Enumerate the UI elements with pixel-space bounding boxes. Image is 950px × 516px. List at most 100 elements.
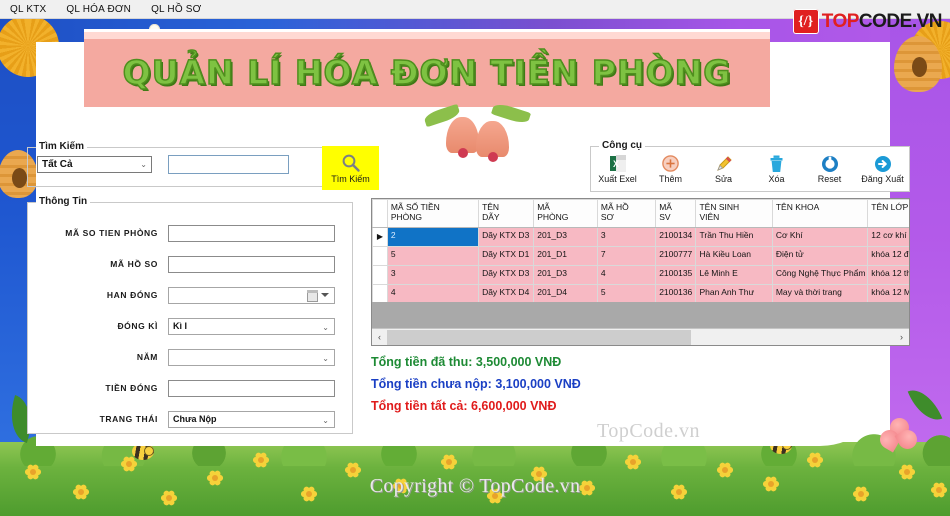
logout-label: Đăng Xuất	[861, 174, 904, 184]
table-row[interactable]: 4 Dãy KTX D4 201_D4 5 2100136 Phan Anh T…	[372, 284, 909, 304]
table-header-row: MÃ SỐ TIỀN PHÒNG TÊN DÃY MÃ PHÒNG MÃ HỒ …	[372, 199, 909, 228]
column-header-ten-sinh-vien[interactable]: TÊN SINH VIÊN	[695, 199, 773, 228]
ma-so-tien-phong-input[interactable]	[168, 224, 335, 242]
export-excel-button[interactable]: X Xuất Exel	[595, 154, 641, 184]
edit-icon	[715, 154, 733, 173]
excel-icon: X	[609, 154, 626, 173]
cell-ma-so-tien-phong[interactable]: 4	[386, 284, 480, 304]
cell-ten-day[interactable]: Dãy KTX D1	[478, 246, 535, 266]
row-selector[interactable]	[372, 246, 388, 266]
chevron-down-icon: ⌄	[322, 415, 329, 425]
scrollbar-track[interactable]	[387, 329, 894, 345]
cell-ten-day[interactable]: Dãy KTX D3	[478, 265, 535, 285]
search-filter-value: Tất Cả	[42, 159, 73, 170]
chevron-down-icon	[321, 293, 329, 297]
column-header-ma-ho-so[interactable]: MÃ HỒ SƠ	[596, 199, 657, 228]
logo-text-top: TOP	[821, 10, 860, 32]
search-group-legend: Tìm Kiếm	[36, 141, 88, 152]
field-label-nam: NĂM	[136, 352, 158, 362]
cell-ma-so-tien-phong[interactable]: 5	[386, 246, 480, 266]
tien-dong-input[interactable]	[168, 379, 335, 397]
column-header-ma-phong[interactable]: MÃ PHÒNG	[533, 199, 598, 228]
cell-ten-khoa[interactable]: May và thời trang	[771, 284, 869, 304]
cell-ten-lop[interactable]: khóa 12 điệ	[867, 246, 909, 266]
column-header-ma-sv[interactable]: MÃ SV	[655, 199, 697, 228]
cell-ten-sinh-vien[interactable]: Lê Minh E	[695, 265, 773, 285]
nam-select[interactable]: ⌄	[168, 348, 335, 366]
row-selector[interactable]	[372, 265, 388, 285]
grid-horizontal-scrollbar[interactable]: ‹ ›	[372, 328, 909, 345]
field-label-trang-thai: TRANG THÁI	[99, 414, 158, 424]
cell-ma-ho-so[interactable]: 5	[596, 284, 657, 304]
dong-ki-select[interactable]: Kì I ⌄	[168, 317, 335, 335]
row-header-corner	[372, 199, 388, 228]
menu-item-ql-hoa-don[interactable]: QL HÓA ĐƠN	[56, 4, 141, 15]
cell-ma-ho-so[interactable]: 7	[596, 246, 657, 266]
cell-ma-sv[interactable]: 2100135	[655, 265, 697, 285]
cell-ma-so-tien-phong[interactable]: 3	[386, 265, 480, 285]
delete-button[interactable]: Xóa	[754, 154, 800, 184]
cell-ma-sv[interactable]: 2100777	[655, 246, 697, 266]
cell-ten-day[interactable]: Dãy KTX D3	[478, 227, 535, 247]
grid-empty-area	[372, 302, 909, 326]
column-header-ten-day[interactable]: TÊN DÃY	[478, 199, 535, 228]
column-header-ten-khoa[interactable]: TÊN KHOA	[771, 199, 869, 228]
info-group-legend: Thông Tin	[36, 196, 91, 207]
cell-ma-so-tien-phong[interactable]: 2	[386, 227, 480, 247]
table-row[interactable]: 3 Dãy KTX D3 201_D3 4 2100135 Lê Minh E …	[372, 265, 909, 285]
ma-ho-so-input[interactable]	[168, 255, 335, 273]
cell-ten-lop[interactable]: 12 cơ khí 1	[867, 227, 909, 247]
cell-ten-sinh-vien[interactable]: Phan Anh Thư	[695, 284, 773, 304]
cell-ma-ho-so[interactable]: 4	[596, 265, 657, 285]
search-filter-select[interactable]: Tất Cả ⌄	[37, 156, 152, 173]
trang-thai-select[interactable]: Chưa Nộp ⌄	[168, 410, 335, 428]
search-button-label: Tìm Kiếm	[331, 173, 370, 184]
scrollbar-thumb[interactable]	[387, 329, 692, 345]
cell-ten-khoa[interactable]: Điện tử	[771, 246, 869, 266]
cell-ten-khoa[interactable]: Cơ Khí	[771, 227, 869, 247]
logo-badge-icon: {/}	[792, 9, 819, 34]
han-dong-datepicker[interactable]	[168, 286, 335, 304]
cell-ten-khoa[interactable]: Công Nghệ Thực Phẩm	[771, 265, 869, 285]
table-row[interactable]: ▶ 2 Dãy KTX D3 201_D3 3 2100134 Trần Thu…	[372, 227, 909, 247]
search-input[interactable]	[168, 155, 289, 174]
cell-ten-lop[interactable]: khóa 12 Ma	[867, 284, 909, 304]
bells-decoration	[418, 101, 536, 162]
table-row[interactable]: 5 Dãy KTX D1 201_D1 7 2100777 Hà Kiều Lo…	[372, 246, 909, 266]
watermark-side: TopCode.vn	[597, 420, 701, 442]
cell-ma-sv[interactable]: 2100136	[655, 284, 697, 304]
title-banner: QUẢN LÍ HÓA ĐƠN TIỀN PHÒNG	[84, 29, 770, 107]
add-button[interactable]: Thêm	[648, 154, 694, 184]
cell-ten-sinh-vien[interactable]: Hà Kiều Loan	[695, 246, 773, 266]
column-header-ma-so-tien-phong[interactable]: MÃ SỐ TIỀN PHÒNG	[386, 199, 480, 228]
row-selector[interactable]	[372, 284, 388, 304]
tools-group: Công cụ X Xuất Exel Thêm Sửa Xóa Reset Đ…	[590, 140, 910, 192]
calendar-icon	[307, 289, 318, 302]
scroll-right-icon[interactable]: ›	[894, 330, 909, 345]
cell-ten-day[interactable]: Dãy KTX D4	[478, 284, 535, 304]
application-window: QUẢN LÍ HÓA ĐƠN TIỀN PHÒNG QL KTX QL HÓA…	[0, 0, 950, 516]
scroll-left-icon[interactable]: ‹	[372, 330, 387, 345]
edit-button[interactable]: Sửa	[701, 154, 747, 184]
search-group: Tìm Kiếm Tất Cả ⌄ Tìm Kiếm	[27, 141, 379, 190]
topcode-logo: {/} TOP CODE.VN	[792, 9, 943, 34]
cell-ma-ho-so[interactable]: 3	[596, 227, 657, 247]
cell-ma-sv[interactable]: 2100134	[655, 227, 697, 247]
row-selector[interactable]: ▶	[372, 227, 388, 247]
menu-item-ql-ho-so[interactable]: QL HỒ SƠ	[141, 4, 211, 15]
total-all: Tổng tiền tất cả: 6,600,000 VNĐ	[371, 399, 557, 413]
logout-button[interactable]: Đăng Xuất	[860, 154, 906, 184]
cell-ma-phong[interactable]: 201_D1	[533, 246, 598, 266]
menu-item-ql-ktx[interactable]: QL KTX	[0, 4, 56, 15]
column-header-ten-lop[interactable]: TÊN LỚP	[867, 199, 909, 228]
field-label-han-dong: HAN ĐÓNG	[106, 290, 158, 300]
cell-ten-lop[interactable]: khóa 12 thự	[867, 265, 909, 285]
invoice-data-grid[interactable]: MÃ SỐ TIỀN PHÒNG TÊN DÃY MÃ PHÒNG MÃ HỒ …	[371, 198, 910, 346]
cell-ma-phong[interactable]: 201_D4	[533, 284, 598, 304]
reset-button[interactable]: Reset	[807, 154, 853, 184]
total-collected: Tổng tiền đã thu: 3,500,000 VNĐ	[371, 355, 562, 369]
cell-ma-phong[interactable]: 201_D3	[533, 227, 598, 247]
search-button[interactable]: Tìm Kiếm	[322, 146, 379, 190]
cell-ma-phong[interactable]: 201_D3	[533, 265, 598, 285]
cell-ten-sinh-vien[interactable]: Trần Thu Hiền	[695, 227, 773, 247]
